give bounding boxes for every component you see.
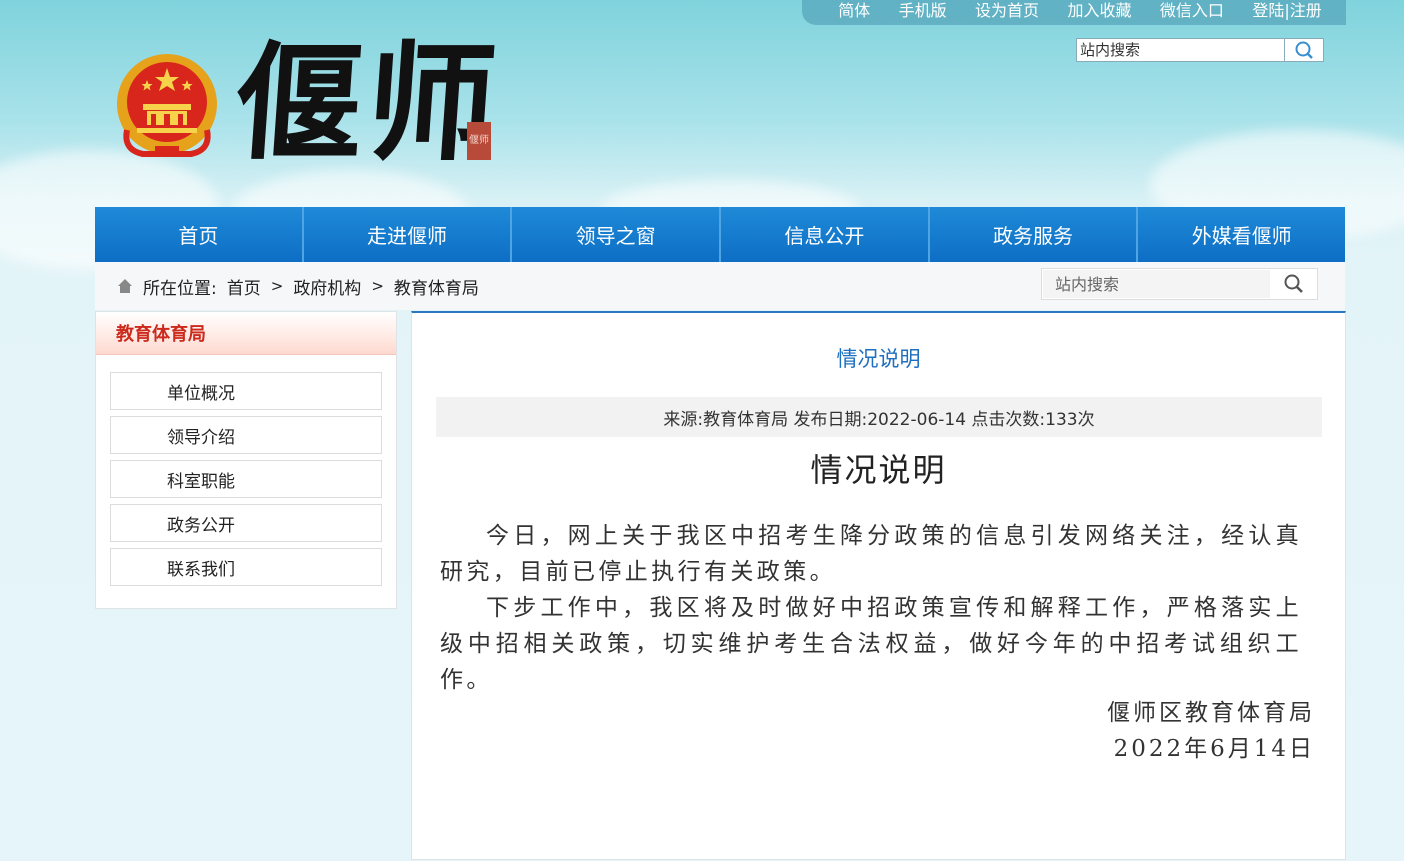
search-icon — [1284, 274, 1303, 293]
main-nav: 首页 走进偃师 领导之窗 信息公开 政务服务 外媒看偃师 — [95, 207, 1345, 262]
article-signature-block: 偃师区教育体育局 2022年6月14日 — [1107, 695, 1315, 767]
nav-item-home[interactable]: 首页 — [95, 207, 304, 262]
site-logo[interactable]: 偃师 — [230, 29, 505, 179]
article-paragraph: 今日，网上关于我区中招考生降分政策的信息引发网络关注，经认真研究，目前已停止执行… — [440, 523, 1302, 585]
article-meta-text: 来源:教育体育局 发布日期:2022-06-14 点击次数:133次 — [663, 409, 1095, 430]
header-search-button[interactable] — [1285, 38, 1324, 62]
breadcrumb-home[interactable]: 首页 — [227, 274, 261, 299]
nav-item-media[interactable]: 外媒看偃师 — [1138, 207, 1345, 262]
breadcrumb-separator: > — [270, 277, 284, 295]
sidebar: 教育体育局 单位概况 领导介绍 科室职能 政务公开 联系我们 — [95, 311, 397, 609]
article-date: 2022年6月14日 — [1113, 736, 1315, 762]
sidebar-item-departments[interactable]: 科室职能 — [110, 460, 382, 498]
sidebar-item-contact[interactable]: 联系我们 — [110, 548, 382, 586]
national-emblem-icon — [117, 54, 217, 157]
sidebar-item-overview[interactable]: 单位概况 — [110, 372, 382, 410]
breadcrumb-gov-agencies[interactable]: 政府机构 — [293, 274, 361, 299]
link-wechat[interactable]: 微信入口 — [1160, 0, 1224, 21]
link-login-register[interactable]: 登陆|注册 — [1252, 0, 1321, 21]
sidebar-title: 教育体育局 — [96, 312, 396, 355]
page-title: 情况说明 — [836, 347, 921, 371]
article-title: 情况说明 — [810, 451, 947, 489]
nav-item-about[interactable]: 走进偃师 — [304, 207, 513, 262]
home-icon — [118, 279, 132, 293]
nav-item-leaders[interactable]: 领导之窗 — [512, 207, 722, 262]
sidebar-item-public-affairs[interactable]: 政务公开 — [110, 504, 382, 542]
header-search-input[interactable] — [1076, 38, 1285, 62]
article-paragraph: 下步工作中，我区将及时做好中招政策宣传和解释工作，严格落实上级中招相关政策，切实… — [440, 595, 1302, 693]
top-link-bar: 简体 手机版 设为首页 加入收藏 微信入口 登陆|注册 — [802, 0, 1346, 25]
link-simplified[interactable]: 简体 — [838, 0, 870, 21]
content-search-input[interactable] — [1043, 270, 1270, 298]
article-body: 今日，网上关于我区中招考生降分政策的信息引发网络关注，经认真研究，目前已停止执行… — [440, 518, 1302, 698]
breadcrumb-current[interactable]: 教育体育局 — [394, 274, 479, 299]
article-meta: 来源:教育体育局 发布日期:2022-06-14 点击次数:133次 — [436, 397, 1322, 437]
breadcrumb-label: 所在位置: — [143, 278, 217, 299]
logo-seal: 偃师 — [467, 122, 491, 160]
sidebar-item-leaders[interactable]: 领导介绍 — [110, 416, 382, 454]
nav-item-info[interactable]: 信息公开 — [721, 207, 930, 262]
link-add-favorite[interactable]: 加入收藏 — [1067, 0, 1131, 21]
sidebar-list: 单位概况 领导介绍 科室职能 政务公开 联系我们 — [96, 355, 396, 586]
content-search-button[interactable] — [1271, 273, 1317, 295]
breadcrumb-bar: 所在位置: 首页 > 政府机构 > 教育体育局 — [95, 262, 1345, 310]
article-signature: 偃师区教育体育局 — [1107, 700, 1315, 726]
nav-item-services[interactable]: 政务服务 — [930, 207, 1139, 262]
article-panel: 情况说明 来源:教育体育局 发布日期:2022-06-14 点击次数:133次 … — [411, 311, 1346, 860]
link-set-homepage[interactable]: 设为首页 — [975, 0, 1039, 21]
header-search — [1076, 38, 1324, 62]
link-mobile[interactable]: 手机版 — [899, 0, 947, 21]
breadcrumb-separator: > — [371, 277, 384, 295]
search-icon — [1295, 41, 1313, 59]
content-search — [1041, 268, 1318, 300]
